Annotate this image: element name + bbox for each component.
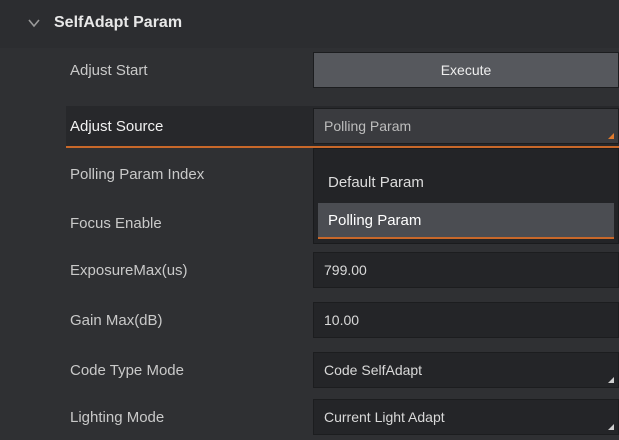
param-row-adjust-source: Adjust Source Polling Param xyxy=(66,106,619,148)
dropdown-corner-icon xyxy=(608,133,614,139)
section-header-selfadapt[interactable]: SelfAdapt Param xyxy=(0,0,619,48)
dropdown-corner-icon xyxy=(608,377,614,383)
param-label: Gain Max(dB) xyxy=(70,312,163,329)
param-row-gain-max: Gain Max(dB) 10.00 xyxy=(0,300,619,342)
param-label: Polling Param Index xyxy=(70,166,205,183)
adjust-source-dropdown-list: Default Param Polling Param xyxy=(313,148,619,244)
select-value: Polling Param xyxy=(324,118,412,134)
param-label: ExposureMax(us) xyxy=(70,262,188,279)
select-value: Current Light Adapt xyxy=(324,409,445,425)
dropdown-option-default-param[interactable]: Default Param xyxy=(318,165,614,201)
param-row-exposure-max: ExposureMax(us) 799.00 xyxy=(0,250,619,292)
param-label: Lighting Mode xyxy=(70,409,165,426)
dropdown-corner-icon xyxy=(608,424,614,430)
code-type-mode-select[interactable]: Code SelfAdapt xyxy=(313,352,619,388)
param-row-adjust-start: Adjust Start Execute xyxy=(0,50,619,92)
param-label: Adjust Start xyxy=(70,62,148,79)
adjust-source-select[interactable]: Polling Param xyxy=(313,108,619,144)
chevron-down-icon[interactable] xyxy=(28,18,40,28)
param-row-code-type-mode: Code Type Mode Code SelfAdapt xyxy=(0,350,619,392)
select-value: Code SelfAdapt xyxy=(324,362,423,378)
exposure-max-input[interactable]: 799.00 xyxy=(313,252,619,288)
execute-button[interactable]: Execute xyxy=(313,52,619,88)
param-label: Focus Enable xyxy=(70,215,162,232)
param-label: Code Type Mode xyxy=(70,362,184,379)
section-title: SelfAdapt Param xyxy=(54,14,183,31)
parameter-panel: SelfAdapt Param Adjust Start Execute Adj… xyxy=(0,0,619,440)
param-row-lighting-mode: Lighting Mode Current Light Adapt xyxy=(0,397,619,439)
lighting-mode-select[interactable]: Current Light Adapt xyxy=(313,399,619,435)
gain-max-input[interactable]: 10.00 xyxy=(313,302,619,338)
param-label: Adjust Source xyxy=(70,118,164,135)
dropdown-option-polling-param[interactable]: Polling Param xyxy=(318,203,614,239)
